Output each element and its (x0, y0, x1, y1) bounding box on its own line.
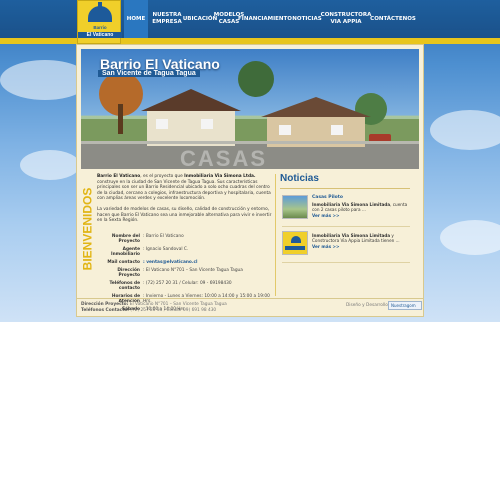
intro-paragraph-2: La variedad de modelos de casas, su dise… (97, 206, 272, 224)
intro-company-name: Inmobiliaria Via Simona Ltda. (184, 174, 256, 179)
news-heading-rule (280, 188, 410, 189)
footer-phone: Teléfonos Contacto: (72) 257 20 31 / Cel… (81, 308, 216, 313)
designer-badge-link[interactable]: Nuestragom (388, 301, 422, 310)
intro-text: Barrio El Vaticano, es el proyecto que I… (97, 174, 272, 229)
nav-item-label: HOME (126, 15, 146, 22)
hero-subtitle: San Vicente de Tagua Tagua (98, 70, 200, 77)
nav-item-label: UBICACIÓN (182, 15, 218, 22)
contact-email-link[interactable]: : ventas@elvaticano.cl (143, 260, 198, 265)
news-title-link[interactable]: Casas Piloto (312, 195, 412, 200)
column-divider (275, 174, 276, 296)
logo-line2: El Vaticano (78, 32, 122, 38)
news-heading: Noticias (280, 173, 319, 184)
news-read-more-link[interactable]: Ver más >> (312, 213, 412, 218)
detail-row: Mail contacto : ventas@elvaticano.cl (97, 260, 272, 265)
footer-address-value: El Vaticano N°701 – San Vicente Tagua Ta… (128, 302, 227, 307)
detail-key: Teléfonos de contacto (109, 280, 140, 291)
detail-key: Nombre del Proyecto (111, 234, 140, 245)
intro-text-fragment: construye en la ciudad de San Vicente de… (97, 179, 271, 202)
page-footer: Dirección Proyecto: El Vaticano N°701 – … (76, 298, 424, 317)
footer-design-credit: Diseño y Desarrollo (346, 303, 388, 308)
logo-line1: Barrio (93, 25, 107, 30)
nav-item-home[interactable]: HOME (124, 0, 148, 38)
intro-project-name: Barrio El Vaticano (97, 174, 141, 179)
nav-item-noticias[interactable]: NOTICIAS (292, 0, 322, 38)
footer-phone-label: Teléfonos Contacto: (81, 308, 129, 313)
nav-item-financiamiento[interactable]: FINANCIAMIENTO (238, 0, 292, 38)
detail-row: Agente Inmobiliario : Ignacio Sandoval C… (97, 247, 272, 258)
nav-item-label: NUESTRA EMPRESA (152, 12, 182, 25)
detail-key: Agente Inmobiliario (110, 247, 140, 258)
detail-value: : (72) 257 20 31 / Celular: 09 - 6919843… (143, 280, 232, 286)
news-thumbnail[interactable] (282, 195, 308, 219)
nav-item-contactenos[interactable]: CONTÁCTENOS (370, 0, 416, 38)
nav-item-label: CONTÁCTENOS (370, 15, 416, 22)
side-label-text: BIENVENIDOS (80, 187, 95, 271)
news-item[interactable]: Casas Piloto Inmobiliaria Via Simona Lim… (282, 195, 412, 223)
news-content: Casas Piloto Inmobiliaria Via Simona Lim… (312, 195, 412, 218)
nav-item-constructora[interactable]: CONSTRUCTORA VIA APPIA (321, 0, 372, 38)
intro-paragraph-1: Barrio El Vaticano, es el proyecto que I… (97, 174, 272, 202)
news-separator (282, 262, 410, 263)
news-item[interactable]: Inmobiliaria Via Simona Limitada y Const… (282, 231, 412, 261)
detail-key: Mail contacto (107, 260, 140, 265)
detail-key: Dirección Proyecto (117, 267, 140, 278)
welcome-side-label: BIENVENIDOS (79, 174, 96, 284)
footer-address: Dirección Proyecto: El Vaticano N°701 – … (81, 302, 227, 307)
detail-value: : Barrio El Vaticano (143, 234, 184, 239)
news-summary: Inmobiliaria Via Simona Limitada y Const… (312, 233, 412, 243)
news-summary: Inmobiliaria Via Simona Limitada, cuenta… (312, 202, 412, 212)
footer-address-label: Dirección Proyecto: (81, 302, 129, 307)
detail-value: : Ignacio Sandoval C. (143, 247, 189, 252)
news-separator (282, 226, 410, 227)
hero-watermark: CASAS (180, 146, 268, 171)
site-logo[interactable]: Barrio El Vaticano (77, 0, 122, 44)
nav-item-label: FINANCIAMIENTO (238, 15, 292, 22)
nav-item-empresa[interactable]: NUESTRA EMPRESA (150, 0, 184, 38)
detail-row: Nombre del Proyecto : Barrio El Vaticano (97, 234, 272, 245)
logo-dome-icon (88, 6, 112, 22)
intro-text-fragment: , es el proyecto que (140, 174, 185, 179)
detail-row: Dirección Proyecto : El Vaticano N°701 –… (97, 268, 272, 279)
footer-phone-value: (72) 257 20 31 / Celular 09) 691 98 430 (128, 308, 217, 313)
detail-value: : El Vaticano N°701 – San Vicente Tagua … (143, 267, 243, 273)
nav-item-label: NOTICIAS (292, 15, 322, 22)
news-read-more-link[interactable]: Ver más >> (312, 244, 412, 249)
news-content: Inmobiliaria Via Simona Limitada y Const… (312, 231, 412, 249)
nav-item-label: CONSTRUCTORA VIA APPIA (320, 12, 372, 25)
detail-row: Teléfonos de contacto : (72) 257 20 31 /… (97, 281, 272, 292)
news-thumbnail-logo-icon[interactable] (282, 231, 308, 255)
nav-item-ubicacion[interactable]: UBICACIÓN (182, 0, 218, 38)
